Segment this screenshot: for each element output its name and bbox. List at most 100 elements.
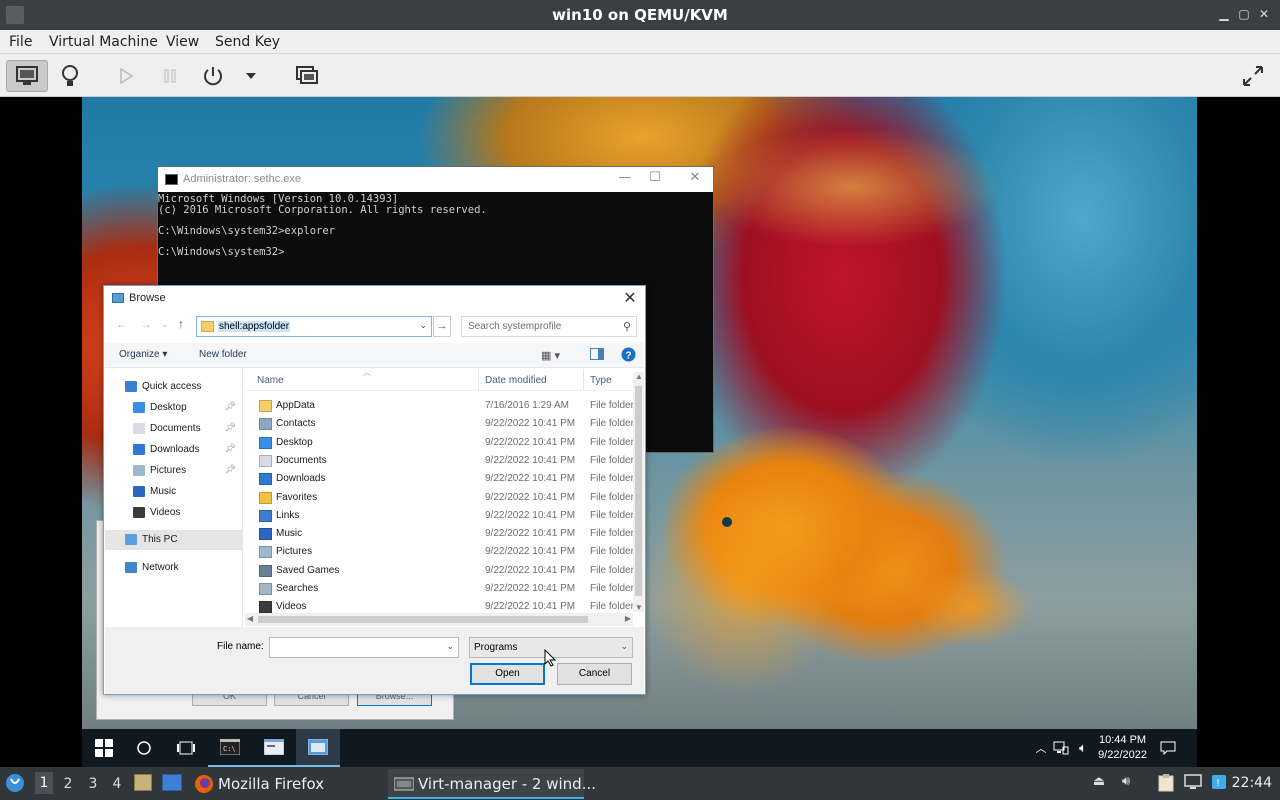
nav-item[interactable]: Network [105,558,242,578]
shutdown-button[interactable] [198,60,228,92]
close-icon[interactable]: ✕ [621,288,639,308]
cmd-output[interactable]: Microsoft Windows [Version 10.0.14393] (… [158,192,713,257]
windows-start-icon[interactable] [92,735,116,761]
task-view-icon[interactable] [174,735,198,761]
column-date[interactable]: Date modified [485,375,547,386]
scroll-right-icon[interactable]: ▶ [625,614,631,623]
nav-item[interactable]: Quick access [105,377,242,397]
taskbar-browse-app[interactable] [296,729,340,767]
scroll-down-icon[interactable]: ▼ [635,603,643,612]
file-row[interactable]: Downloads 9/22/2022 10:41 PM File folder [245,470,637,488]
cmd-minimize-icon[interactable]: — [610,170,640,185]
eject-icon[interactable]: ⏏ [1090,774,1108,792]
file-row[interactable]: Favorites 9/22/2022 10:41 PM File folder [245,489,637,507]
search-box[interactable]: Search systemprofile ⚲ [461,316,637,337]
update-notifier-icon[interactable]: ! [1210,774,1228,792]
menu-virtual-machine[interactable]: Virtual Machine [49,34,158,50]
action-center-icon[interactable] [1158,735,1178,761]
new-folder-button[interactable]: New folder [199,349,247,360]
run-button[interactable] [112,60,140,92]
workspace-2[interactable]: 2 [59,776,77,792]
clipboard-icon[interactable] [1157,774,1175,792]
workspace-3[interactable]: 3 [84,776,102,792]
nav-item[interactable]: Documents 📌︎ [105,419,242,439]
help-icon[interactable]: ? [621,347,636,365]
scroll-left-icon[interactable]: ◀ [247,614,253,623]
file-row[interactable]: Contacts 9/22/2022 10:41 PM File folder [245,415,637,433]
chevron-down-icon[interactable]: ⌄ [446,641,454,652]
snapshots-button[interactable] [292,60,322,92]
taskbar-run-app[interactable] [252,729,296,767]
task-firefox[interactable]: Mozilla Firefox [190,769,380,799]
details-view-button[interactable] [54,60,86,92]
taskbar-cmd-app[interactable]: C:\ [208,729,252,767]
go-arrow-icon[interactable]: → [433,316,451,337]
open-button[interactable]: Open [470,663,545,685]
forward-arrow-icon[interactable]: → [140,317,152,331]
workspace-4[interactable]: 4 [108,776,126,792]
file-date: 9/22/2022 10:41 PM [485,583,576,594]
file-list[interactable]: Name ︿ Date modified Type AppData 7/16/20… [245,368,645,626]
fullscreen-button[interactable] [1236,60,1270,92]
shutdown-menu-button[interactable] [240,60,262,92]
minimize-icon[interactable]: ▁ [1216,6,1232,22]
browse-dialog[interactable]: Browse ✕ ← → ⌄ ↑ shell:appsfolder ⌄ → Se… [103,285,646,695]
guest-clock[interactable]: 10:44 PM 9/22/2022 [1098,733,1147,763]
chevron-down-icon[interactable]: ⌄ [419,320,427,331]
file-row[interactable]: Links 9/22/2022 10:41 PM File folder [245,507,637,525]
volume-icon[interactable]: 🔈︎ [1074,735,1092,761]
volume-icon[interactable]: 🔊︎ [1117,774,1135,792]
navigation-pane[interactable]: Quick access Desktop 📌︎ Documents 📌︎ Download… [105,369,243,626]
host-clock[interactable]: 22:44 [1232,775,1272,791]
maximize-icon[interactable]: ▢ [1236,6,1252,22]
nav-item[interactable]: Videos [105,503,242,523]
file-name-input[interactable]: ⌄ [269,637,459,658]
nav-item[interactable]: Pictures 📌︎ [105,461,242,481]
nav-item[interactable]: Music [105,482,242,502]
cancel-button[interactable]: Cancel [557,663,632,685]
cortana-icon[interactable] [134,735,154,761]
preview-pane-icon[interactable] [590,348,604,363]
horizontal-scrollbar[interactable]: ◀ ▶ [245,613,633,626]
column-name[interactable]: Name [257,375,284,386]
nav-item[interactable]: Downloads 📌︎ [105,440,242,460]
display-icon[interactable] [1184,774,1202,792]
task-virt-manager[interactable]: Virt-manager - 2 wind... [388,769,596,799]
up-arrow-icon[interactable]: ↑ [178,317,184,331]
file-row[interactable]: Documents 9/22/2022 10:41 PM File folder [245,452,637,470]
console-view-button[interactable] [6,60,48,92]
recent-dropdown-icon[interactable]: ⌄ [161,319,169,330]
file-row[interactable]: Music 9/22/2022 10:41 PM File folder [245,525,637,543]
workspace-1[interactable]: 1 [35,772,53,794]
file-row[interactable]: Pictures 9/22/2022 10:41 PM File folder [245,543,637,561]
cmd-maximize-icon[interactable]: ☐ [640,170,670,185]
network-status-icon[interactable] [1052,735,1070,761]
close-icon[interactable]: ✕ [1256,6,1272,22]
cmd-titlebar[interactable]: Administrator: sethc.exe — ☐ ✕ [158,167,713,192]
scroll-thumb[interactable] [635,386,642,596]
menu-file[interactable]: File [9,34,32,50]
file-row[interactable]: AppData 7/16/2016 1:29 AM File folder [245,397,637,415]
menu-view[interactable]: View [166,34,199,50]
back-arrow-icon[interactable]: ← [116,317,128,331]
column-type[interactable]: Type [590,375,612,386]
organize-button[interactable]: Organize ▾ [119,349,167,360]
vertical-scrollbar[interactable]: ▲ ▼ [633,372,644,612]
file-row[interactable]: Desktop 9/22/2022 10:41 PM File folder [245,434,637,452]
file-manager-icon[interactable] [134,774,152,791]
address-bar[interactable]: shell:appsfolder ⌄ [196,316,432,337]
browse-titlebar[interactable]: Browse ✕ [104,286,645,310]
nav-item[interactable]: Desktop 📌︎ [105,398,242,418]
nav-item[interactable]: This PC [105,530,242,550]
show-desktop-icon[interactable] [162,774,182,791]
cmd-close-icon[interactable]: ✕ [680,170,710,185]
scroll-thumb[interactable] [258,616,588,623]
view-options-icon[interactable]: ▦ ▾ [541,349,560,362]
app-menu-icon[interactable] [5,773,25,797]
file-row[interactable]: Saved Games 9/22/2022 10:41 PM File folder [245,562,637,580]
scroll-up-icon[interactable]: ▲ [635,372,643,381]
file-row[interactable]: Searches 9/22/2022 10:41 PM File folder [245,580,637,598]
pause-button[interactable] [156,60,184,92]
chevron-up-icon[interactable]: ︿ [1034,735,1048,761]
menu-send-key[interactable]: Send Key [215,34,280,50]
